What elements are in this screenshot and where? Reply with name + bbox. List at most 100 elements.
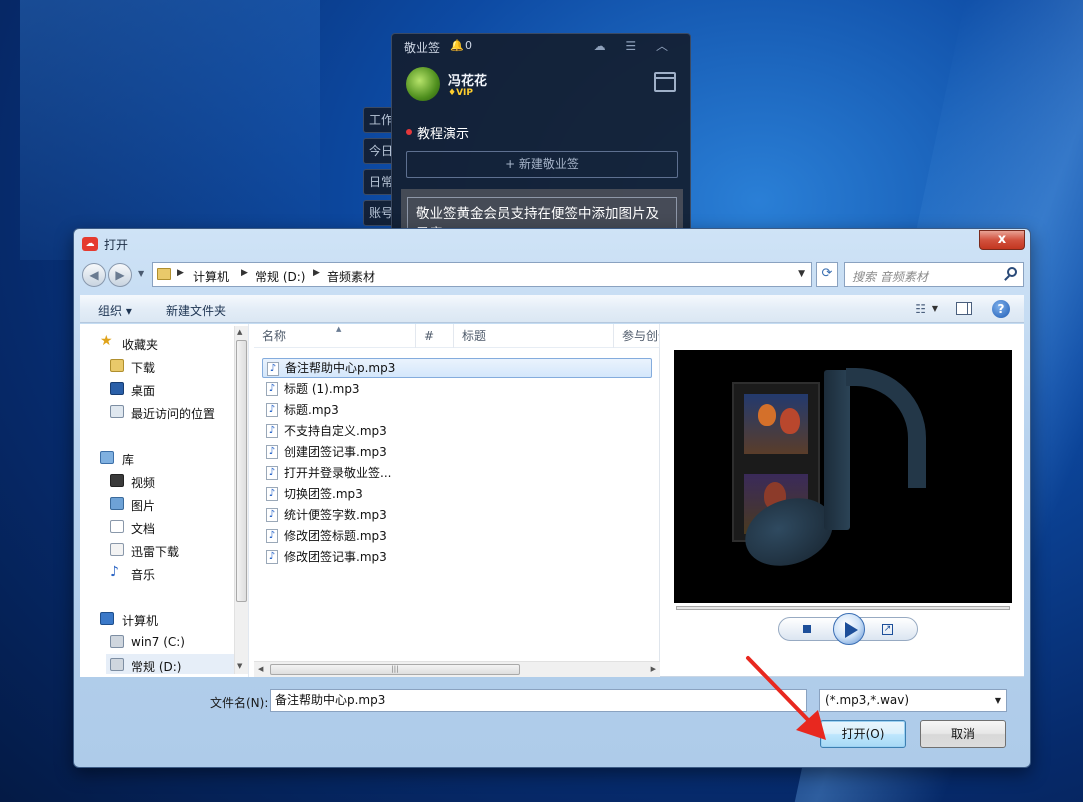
breadcrumb-drive-d[interactable]: 常规 (D:) — [255, 268, 305, 285]
organize-menu[interactable]: 组织 ▾ — [98, 302, 132, 319]
column-contributors[interactable]: 参与创作 — [614, 324, 660, 348]
nav-drive-c[interactable]: win7 (C:) — [131, 635, 185, 649]
nav-documents[interactable]: 文档 — [131, 520, 155, 537]
breadcrumb-separator[interactable]: ▶ — [313, 268, 320, 278]
column-number[interactable]: # — [416, 324, 454, 348]
column-name[interactable]: 名称 — [254, 324, 416, 348]
search-input[interactable]: 搜索 音频素材 — [844, 262, 1024, 287]
side-tab-account[interactable]: 账号 — [363, 200, 393, 226]
recent-places-icon — [110, 405, 124, 418]
nav-thunder-downloads[interactable]: 迅雷下载 — [131, 543, 179, 560]
folder-icon — [157, 268, 171, 280]
column-header-row: 名称 ▲ # 标题 参与创作 — [254, 324, 660, 348]
scroll-up-icon[interactable]: ▲ — [237, 328, 242, 336]
search-placeholder: 搜索 音频素材 — [852, 270, 928, 284]
new-note-button[interactable]: + 新建敬业签 — [406, 151, 678, 178]
file-name: 修改团签记事.mp3 — [284, 550, 387, 564]
nav-recent-places[interactable]: 最近访问的位置 — [131, 405, 215, 422]
breadcrumb-computer[interactable]: 计算机 — [193, 268, 229, 285]
file-row[interactable]: ♪ 标题.mp3 — [262, 400, 652, 420]
play-icon[interactable] — [833, 613, 865, 645]
file-row[interactable]: ♪ 不支持自定义.mp3 — [262, 421, 652, 441]
side-tab-work[interactable]: 工作 — [363, 107, 393, 133]
film-frame — [744, 394, 808, 454]
recent-locations-dropdown[interactable]: ▼ — [138, 269, 144, 278]
vip-badge: ♦VIP — [448, 88, 473, 98]
file-row[interactable]: ♪ 统计便签字数.mp3 — [262, 505, 652, 525]
music-note-flag — [846, 368, 926, 488]
file-row[interactable]: ♪ 创建团签记事.mp3 — [262, 442, 652, 462]
breadcrumb-separator[interactable]: ▶ — [241, 268, 248, 278]
view-options-icon[interactable]: ☷ — [915, 302, 926, 316]
breadcrumb-separator[interactable]: ▶ — [177, 268, 184, 278]
address-dropdown-icon[interactable]: ▼ — [798, 269, 805, 279]
nav-computer[interactable]: 计算机 — [122, 612, 158, 629]
file-list: 名称 ▲ # 标题 参与创作 ♪备注帮助中心p.mp3 ♪标题 (1).mp3 … — [254, 324, 660, 677]
nav-desktop[interactable]: 桌面 — [131, 382, 155, 399]
search-icon[interactable] — [1007, 267, 1017, 277]
close-button[interactable]: x — [979, 230, 1025, 250]
scroll-down-icon[interactable]: ▼ — [237, 662, 242, 670]
nav-music[interactable]: 音乐 — [131, 566, 155, 583]
file-row[interactable]: ♪ 修改团签记事.mp3 — [262, 547, 652, 567]
nav-drive-d[interactable]: 常规 (D:) — [131, 658, 181, 675]
file-row[interactable]: ♪ 切换团签.mp3 — [262, 484, 652, 504]
music-icon: ♪ — [110, 564, 119, 580]
preview-pane — [674, 350, 1012, 603]
cancel-button[interactable]: 取消 — [920, 720, 1006, 748]
address-bar[interactable]: ▶ 计算机 ▶ 常规 (D:) ▶ 音频素材 ▼ — [152, 262, 812, 287]
file-row[interactable]: ♪ 打开并登录敬业签... — [262, 463, 652, 483]
thunder-downloads-icon — [110, 543, 124, 556]
downloads-folder-icon — [110, 359, 124, 372]
column-title[interactable]: 标题 — [454, 324, 614, 348]
audio-file-icon: ♪ — [266, 445, 278, 459]
help-icon[interactable]: ? — [992, 300, 1010, 318]
media-progress-bar[interactable] — [676, 606, 1010, 610]
star-icon: ★ — [100, 333, 113, 349]
back-button[interactable]: ◀ — [82, 263, 106, 287]
breadcrumb-audio-folder[interactable]: 音频素材 — [327, 268, 375, 285]
audio-file-icon: ♪ — [266, 487, 278, 501]
filetype-select[interactable]: (*.mp3,*.wav) ▼ — [819, 689, 1007, 712]
balloon-graphic — [780, 408, 800, 434]
side-tab-daily[interactable]: 日常 — [363, 169, 393, 195]
file-row[interactable]: ♪ 备注帮助中心p.mp3 — [262, 358, 652, 378]
bell-icon[interactable]: 🔔 — [450, 39, 464, 52]
file-row[interactable]: ♪ 修改团签标题.mp3 — [262, 526, 652, 546]
window-control-icons[interactable]: ☁ ☰ ︿ — [594, 37, 676, 54]
side-tab-today[interactable]: 今日 — [363, 138, 393, 164]
calendar-icon[interactable] — [654, 72, 676, 92]
chevron-down-icon[interactable]: ▼ — [995, 690, 1001, 711]
drive-d-icon — [110, 658, 124, 671]
open-button[interactable]: 打开(O) — [820, 720, 906, 748]
scroll-thumb[interactable] — [236, 340, 247, 602]
chevron-down-icon[interactable]: ▼ — [932, 304, 938, 313]
scroll-left-icon[interactable]: ◀ — [258, 665, 263, 673]
scroll-thumb[interactable]: ||| — [270, 664, 520, 675]
nav-scrollbar[interactable]: ▲ ▼ — [234, 326, 248, 674]
file-row[interactable]: ♪ 标题 (1).mp3 — [262, 379, 652, 399]
navigation-pane: ★ 收藏夹 下载 桌面 最近访问的位置 库 视频 图片 文档 迅雷下载 ♪ 音乐… — [80, 324, 248, 677]
nav-downloads[interactable]: 下载 — [131, 359, 155, 376]
media-controls: ↗ — [778, 613, 918, 645]
nav-videos[interactable]: 视频 — [131, 474, 155, 491]
computer-icon — [100, 612, 114, 625]
new-folder-button[interactable]: 新建文件夹 — [166, 302, 226, 319]
note-app-title[interactable]: 敬业签 — [404, 39, 440, 56]
open-external-icon[interactable]: ↗ — [882, 624, 893, 635]
forward-button[interactable]: ▶ — [108, 263, 132, 287]
drive-c-icon — [110, 635, 124, 648]
audio-file-icon: ♪ — [266, 424, 278, 438]
nav-favorites[interactable]: 收藏夹 — [122, 336, 158, 353]
horizontal-scrollbar[interactable]: ◀ ||| ▶ — [254, 661, 660, 677]
nav-library[interactable]: 库 — [122, 451, 134, 468]
scroll-right-icon[interactable]: ▶ — [651, 665, 656, 673]
refresh-button[interactable]: ⟳ — [816, 262, 838, 287]
preview-pane-icon[interactable] — [956, 302, 972, 315]
category-title: 教程演示 — [417, 127, 470, 142]
stop-icon[interactable] — [803, 625, 811, 633]
nav-pictures[interactable]: 图片 — [131, 497, 155, 514]
avatar[interactable] — [406, 67, 440, 101]
open-file-dialog: ☁ 打开 x ◀ ▶ ▼ ▶ 计算机 ▶ 常规 (D:) ▶ 音频素材 ▼ ⟳ … — [73, 228, 1031, 768]
filename-field[interactable]: 备注帮助中心p.mp3 — [270, 689, 807, 712]
